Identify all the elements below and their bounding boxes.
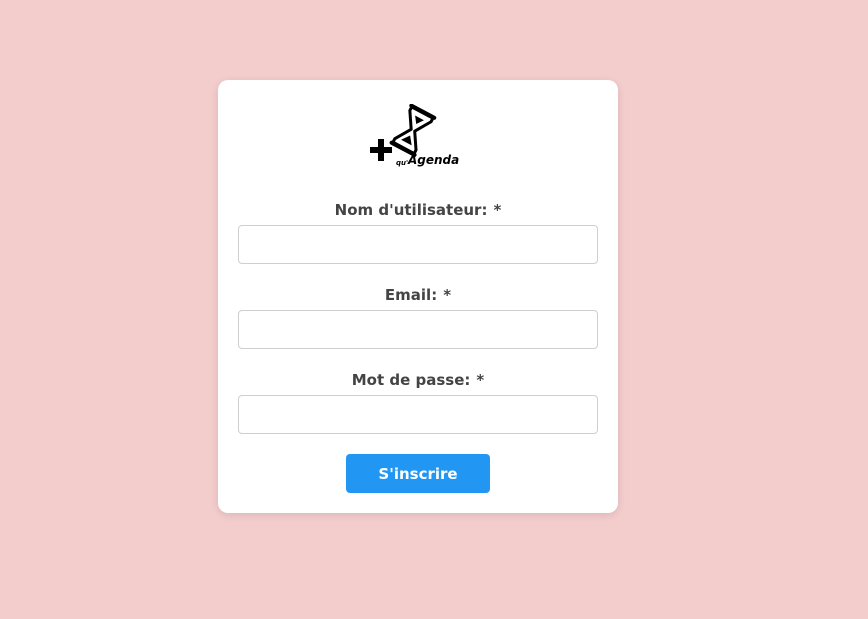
password-input[interactable] xyxy=(238,395,598,434)
signup-card: qu' Agenda Nom d'utilisateur: * Email: * M… xyxy=(218,80,618,513)
svg-text:qu': qu' xyxy=(396,159,408,167)
username-label-text: Nom d'utilisateur: xyxy=(334,201,488,219)
logo-text-prefix: qu' xyxy=(396,159,408,167)
logo-text-main: Agenda xyxy=(407,153,459,167)
username-label: Nom d'utilisateur: * xyxy=(218,200,618,220)
username-input[interactable] xyxy=(238,225,598,264)
svg-text:Agenda: Agenda xyxy=(407,153,459,167)
required-mark: * xyxy=(476,371,485,389)
email-input[interactable] xyxy=(238,310,598,349)
password-label: Mot de passe: * xyxy=(218,370,618,390)
hourglass-plus-icon: qu' Agenda xyxy=(370,104,459,167)
required-mark: * xyxy=(443,286,452,304)
app-logo: qu' Agenda xyxy=(368,104,468,170)
password-label-text: Mot de passe: xyxy=(351,371,471,389)
email-label-text: Email: xyxy=(384,286,438,304)
signup-button[interactable]: S'inscrire xyxy=(346,454,490,493)
required-mark: * xyxy=(493,201,502,219)
email-label: Email: * xyxy=(218,285,618,305)
